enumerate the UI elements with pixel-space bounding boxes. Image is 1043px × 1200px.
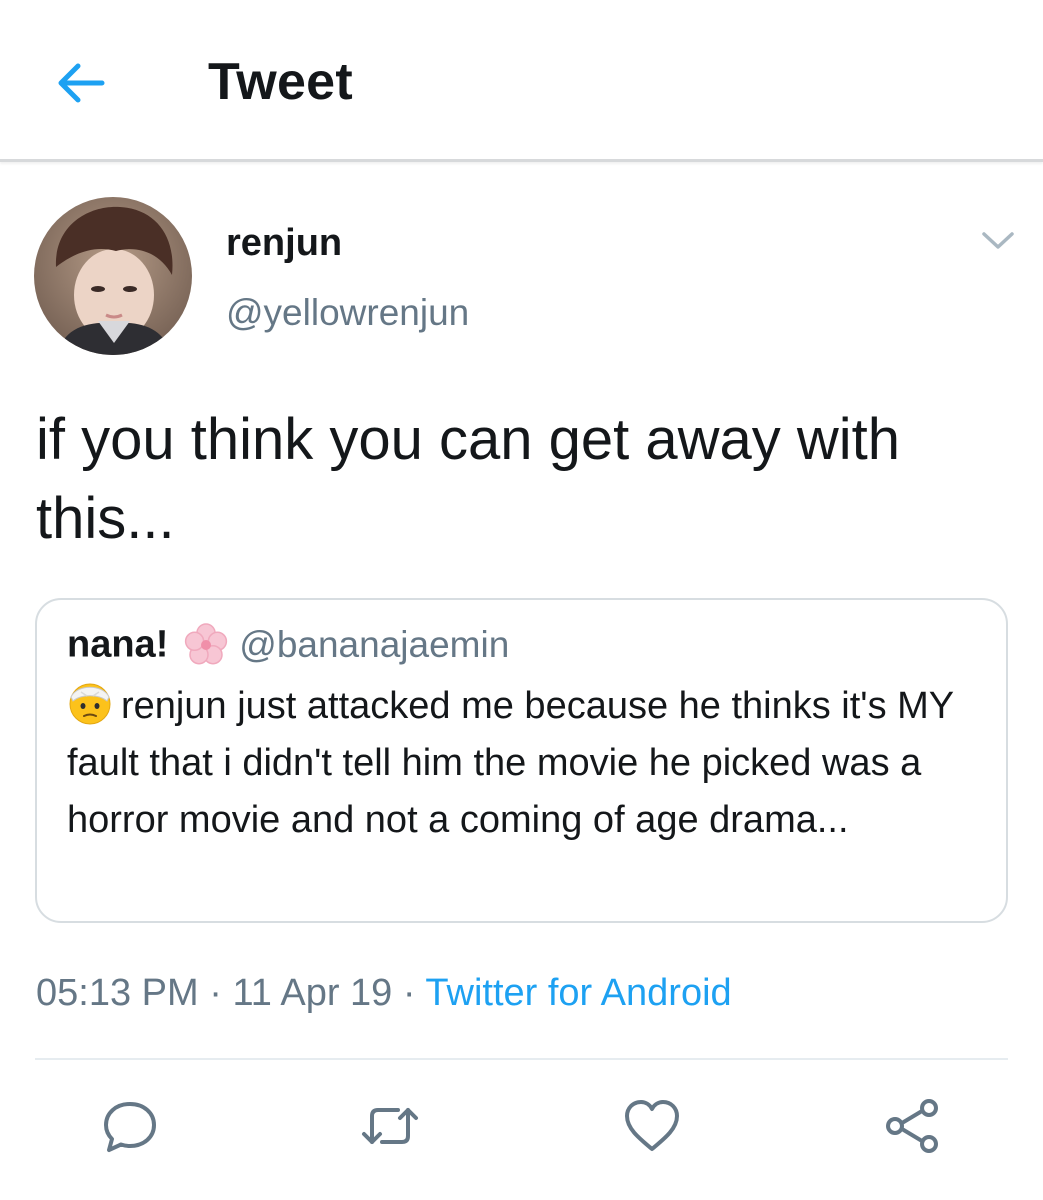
quoted-tweet-text: renjun just attacked me because he think… (67, 678, 992, 849)
avatar-photo (34, 197, 192, 355)
cherry-blossom-icon (183, 622, 229, 668)
reply-icon (104, 1102, 156, 1152)
tweet-source-link[interactable]: Twitter for Android (425, 972, 731, 1014)
tweet-meta: 05:13 PM · 11 Apr 19 · Twitter for Andro… (36, 972, 732, 1015)
avatar[interactable] (34, 197, 192, 355)
top-app-bar: Tweet (0, 0, 1043, 162)
tweet-date: 11 Apr 19 (232, 972, 393, 1014)
quoted-author-name: nana! (67, 623, 169, 666)
tweet-time: 05:13 PM (36, 972, 199, 1014)
retweet-button[interactable] (360, 1096, 420, 1156)
arrow-left-icon (58, 63, 105, 103)
author-handle[interactable]: @yellowrenjun (226, 292, 469, 334)
heart-icon (625, 1100, 679, 1151)
face-with-head-bandage-icon (67, 680, 113, 726)
tweet-options-button[interactable] (978, 224, 1018, 258)
quoted-tweet-header: nana! @bananajaemin (67, 622, 509, 670)
meta-separator: · (402, 972, 416, 1014)
author-name[interactable]: renjun (226, 222, 342, 265)
page-title: Tweet (208, 53, 354, 111)
reply-button[interactable] (100, 1096, 160, 1156)
quoted-author-handle: @bananajaemin (239, 624, 510, 665)
back-button[interactable] (52, 57, 108, 109)
meta-separator: · (209, 972, 222, 1014)
quoted-tweet-body: renjun just attacked me because he think… (67, 685, 954, 841)
retweet-icon (362, 1108, 418, 1144)
share-button[interactable] (883, 1096, 943, 1156)
share-icon (886, 1099, 938, 1153)
tweet-text: if you think you can get away with this.… (36, 407, 901, 551)
like-button[interactable] (622, 1096, 682, 1156)
chevron-down-icon (982, 232, 1014, 249)
divider (35, 1058, 1008, 1060)
tweet-detail-screen: Tweet renjun @yellowrenjun if you think … (0, 0, 1043, 1200)
quoted-tweet-card[interactable]: nana! @bananajaemin renjun just attacked… (35, 598, 1008, 923)
